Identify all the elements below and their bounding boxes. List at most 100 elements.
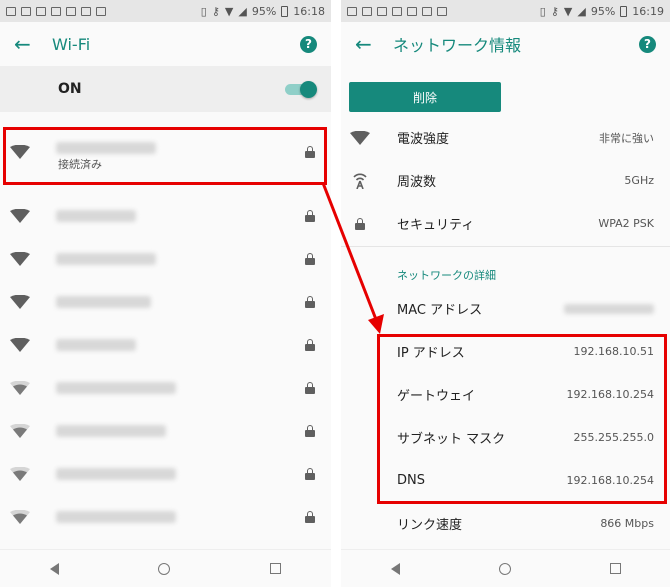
wifi-status-icon: ▼ — [224, 4, 234, 18]
notification-icon — [51, 6, 61, 16]
row-label: IP アドレス — [397, 346, 465, 361]
nav-back-icon[interactable] — [390, 562, 400, 575]
wifi-network-item[interactable] — [0, 496, 331, 539]
network-info-screen: ▯ ⚷ ▼ ◢ 95% 16:19 ← ネットワーク情報 ? 削除 電波強度 非… — [341, 0, 670, 587]
wifi-network-item[interactable] — [0, 281, 331, 324]
battery-icon — [620, 5, 628, 17]
security-row: セキュリティ WPA2 PSK — [341, 202, 670, 245]
notification-icon — [6, 6, 16, 16]
wifi-signal-icon — [10, 467, 30, 481]
wifi-signal-icon — [10, 295, 30, 309]
navigation-bar — [0, 549, 331, 587]
notification-icon — [21, 6, 31, 16]
delete-button[interactable]: 削除 — [349, 82, 501, 112]
notification-icons — [347, 6, 447, 16]
ssid-redacted — [56, 339, 136, 351]
wifi-network-item[interactable] — [0, 238, 331, 281]
status-bar: ▯ ⚷ ▼ ◢ 95% 16:18 — [0, 0, 331, 22]
nav-recents-icon[interactable] — [270, 563, 282, 574]
gateway-row: ゲートウェイ 192.168.10.254 — [341, 373, 670, 416]
ssid-redacted — [56, 382, 176, 394]
back-arrow-icon[interactable]: ← — [355, 32, 385, 56]
wifi-signal-icon — [10, 145, 30, 159]
notification-icon — [66, 6, 76, 16]
ssid-redacted — [56, 253, 156, 265]
toggle-knob — [300, 81, 317, 98]
row-label: 周波数 — [397, 175, 437, 190]
nav-back-icon[interactable] — [49, 562, 59, 575]
signal-icon: ◢ — [577, 4, 586, 18]
wifi-signal-icon — [10, 381, 30, 395]
clock: 16:18 — [293, 4, 325, 18]
wifi-network-item[interactable] — [0, 324, 331, 367]
notification-icon — [362, 6, 372, 16]
row-label: MAC アドレス — [397, 303, 483, 318]
wifi-network-item[interactable] — [0, 453, 331, 496]
wifi-network-item[interactable] — [0, 367, 331, 410]
row-label: DNS — [397, 473, 425, 488]
notification-icon — [407, 6, 417, 16]
help-icon[interactable]: ? — [300, 35, 317, 53]
section-title: ネットワークの詳細 — [397, 269, 496, 282]
help-icon[interactable]: ? — [639, 35, 656, 53]
wifi-signal-icon — [349, 130, 371, 146]
wifi-signal-icon — [10, 209, 30, 223]
lock-icon — [349, 216, 371, 232]
row-label: リンク速度 — [397, 518, 463, 533]
ssid-redacted — [56, 296, 151, 308]
wifi-toggle-label: ON — [58, 81, 82, 97]
navigation-bar — [341, 549, 670, 587]
notification-icon — [36, 6, 46, 16]
row-value: 192.168.10.51 — [573, 345, 654, 358]
row-value: 255.255.255.0 — [573, 431, 654, 444]
row-value: WPA2 PSK — [598, 217, 654, 230]
signal-strength-row: 電波強度 非常に強い — [341, 116, 670, 159]
lock-icon — [305, 425, 315, 437]
nav-home-icon[interactable] — [498, 562, 511, 575]
wifi-toggle-switch[interactable] — [285, 81, 317, 98]
wifi-toggle-row[interactable]: ON — [0, 66, 331, 112]
wifi-signal-icon — [10, 510, 30, 524]
notification-icon — [422, 6, 432, 16]
nav-recents-icon[interactable] — [609, 563, 621, 574]
battery-icon — [281, 5, 289, 17]
nav-home-icon[interactable] — [158, 562, 171, 575]
ssid-redacted — [56, 468, 176, 480]
key-icon: ⚷ — [550, 4, 559, 18]
notification-icon — [96, 6, 106, 16]
row-label: セキュリティ — [397, 218, 475, 233]
screen-divider — [331, 0, 341, 587]
ssid-redacted — [56, 511, 176, 523]
lock-icon — [305, 511, 315, 523]
row-value: 非常に強い — [599, 131, 654, 145]
link-speed-row: リンク速度 866 Mbps — [341, 502, 670, 545]
row-value: 5GHz — [624, 174, 654, 187]
vibrate-icon: ▯ — [539, 4, 546, 18]
status-right: ▯ ⚷ ▼ ◢ 95% 16:19 — [540, 5, 664, 18]
frequency-row: 周波数 5GHz — [341, 159, 670, 202]
battery-percent: 95% — [251, 4, 277, 18]
mac-address-redacted — [564, 303, 654, 314]
notification-icon — [377, 6, 387, 16]
vibrate-icon: ▯ — [200, 4, 207, 18]
ip-address-row: IP アドレス 192.168.10.51 — [341, 330, 670, 373]
status-bar: ▯ ⚷ ▼ ◢ 95% 16:19 — [341, 0, 670, 22]
lock-icon — [305, 339, 315, 351]
status-right: ▯ ⚷ ▼ ◢ 95% 16:18 — [201, 5, 325, 18]
wifi-signal-icon — [10, 252, 30, 266]
back-arrow-icon[interactable]: ← — [14, 32, 44, 56]
row-label: サブネット マスク — [397, 432, 506, 447]
lock-icon — [305, 146, 315, 158]
wifi-network-item[interactable] — [0, 195, 331, 238]
wifi-network-item[interactable] — [0, 410, 331, 453]
wifi-status-icon: ▼ — [563, 4, 573, 18]
ssid-redacted — [56, 210, 136, 222]
battery-percent: 95% — [590, 4, 616, 18]
row-value: 192.168.10.254 — [566, 388, 654, 401]
comparison-screenshot: ▯ ⚷ ▼ ◢ 95% 16:18 ← Wi-Fi ? ON 接続済み ▯ ⚷ … — [0, 0, 670, 587]
wifi-signal-icon — [10, 338, 30, 352]
key-icon: ⚷ — [211, 4, 220, 18]
notification-icon — [392, 6, 402, 16]
wifi-network-connected[interactable] — [0, 131, 331, 174]
lock-icon — [305, 210, 315, 222]
